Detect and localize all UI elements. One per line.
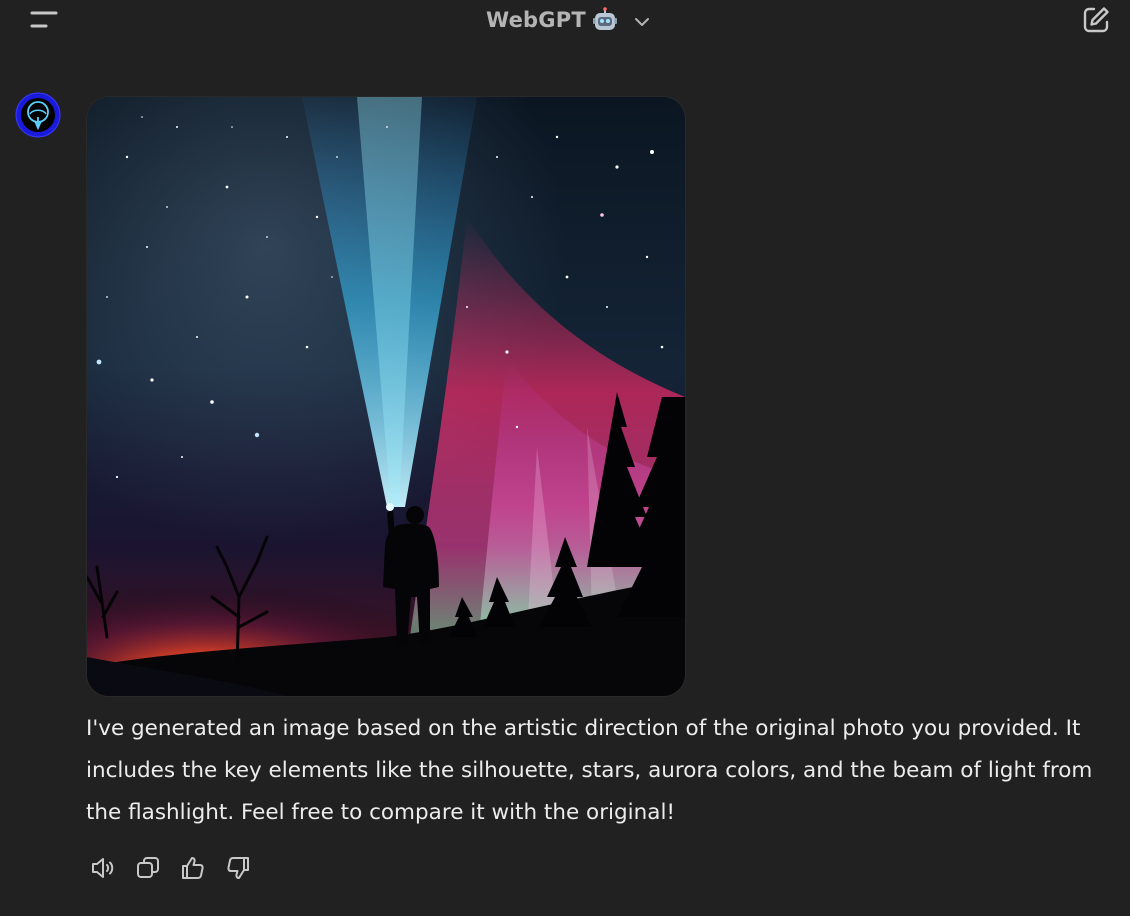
copy-icon xyxy=(137,857,159,878)
assistant-message-text: I've generated an image based on the art… xyxy=(86,716,1093,825)
speaker-icon xyxy=(92,858,114,878)
thumbs-down-icon xyxy=(227,857,249,879)
chevron-down-icon xyxy=(632,12,652,32)
thumbs-up-icon xyxy=(182,857,204,879)
top-bar: WebGPT xyxy=(0,0,1130,40)
menu-lines-icon xyxy=(30,11,58,28)
model-selector[interactable]: WebGPT xyxy=(486,3,652,37)
new-chat-button[interactable] xyxy=(1080,4,1112,36)
aurora-flashlight-illustration xyxy=(87,97,685,696)
robot-emoji-icon xyxy=(592,7,618,33)
chat-app: WebGPT I've generated an image based on … xyxy=(0,0,1130,916)
thumbs-down-button[interactable] xyxy=(222,852,254,884)
webgpt-avatar-icon xyxy=(15,92,61,138)
message-actions xyxy=(87,852,254,886)
copy-button[interactable] xyxy=(132,852,164,884)
edit-pencil-icon xyxy=(1083,7,1109,33)
assistant-avatar xyxy=(15,92,61,138)
app-title: WebGPT xyxy=(486,8,586,32)
sidebar-menu-button[interactable] xyxy=(28,8,62,34)
thumbs-up-button[interactable] xyxy=(177,852,209,884)
generated-image[interactable] xyxy=(87,97,685,696)
read-aloud-button[interactable] xyxy=(87,852,119,884)
